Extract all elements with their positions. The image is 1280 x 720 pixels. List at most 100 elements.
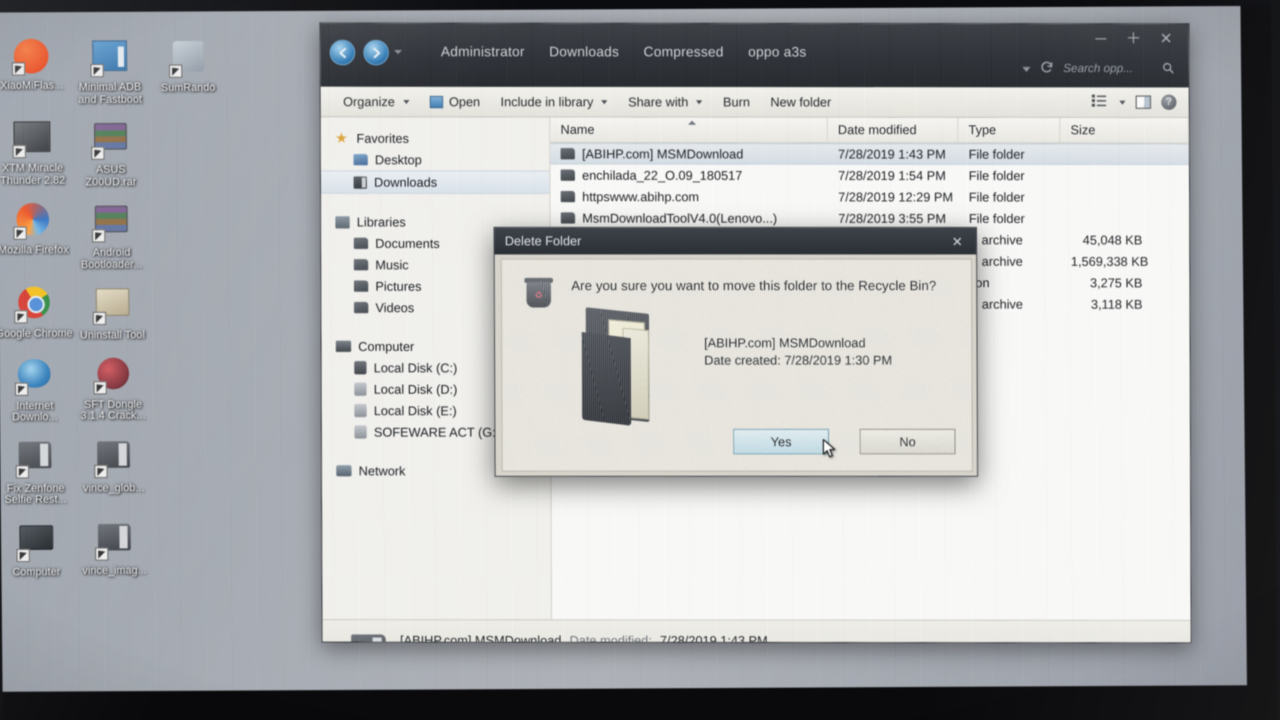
desktop-icon-android-bootloader[interactable]: Android Bootloader...	[72, 188, 151, 271]
minimize-button[interactable]: ─	[1093, 30, 1109, 47]
nav-item-favorites[interactable]: ★ Favorites	[321, 127, 550, 149]
cell-name: MsmDownloadToolV4.0(Lenovo...)	[551, 211, 828, 226]
help-icon[interactable]: ?	[1161, 94, 1177, 110]
desktop-icon-vince-glob[interactable]: vince_glob...	[74, 423, 153, 506]
cell-name: [ABIHP.com] MSMDownload	[550, 147, 827, 162]
nav-label-local-disk-e: Local Disk (E:)	[373, 403, 457, 418]
column-header-date-modified[interactable]: Date modified	[827, 117, 959, 143]
shortcut-arrow-icon	[13, 226, 28, 240]
shortcut-arrow-icon	[15, 382, 29, 396]
open-label: Open	[448, 94, 481, 109]
dialog-item-date: Date created: 7/28/2019 1:30 PM	[704, 353, 893, 368]
table-row[interactable]: enchilada_22_O.09_180517 7/28/2019 1:54 P…	[550, 164, 1189, 186]
cell-date-modified: 7/28/2019 1:54 PM	[838, 168, 946, 183]
desktop-icon-row: Mozilla Firefox Android Bootloader...	[0, 188, 229, 272]
desktop-icon-label: XTM Miracle Thunder 2.82	[0, 162, 66, 187]
network-icon	[336, 465, 352, 477]
column-header-name[interactable]: Name	[550, 117, 828, 143]
view-chevron-down-icon[interactable]	[1119, 100, 1126, 105]
desktop-icon-row: XiaoMiFlas... Minimal ADB and Fastboot Sum…	[0, 26, 227, 107]
desktop-icon-internet-download-manager[interactable]: Internet Downlo...	[0, 342, 74, 424]
forward-arrow-icon	[370, 47, 381, 58]
nav-item-downloads[interactable]: Downloads	[320, 170, 550, 194]
cell-name-text: [ABIHP.com] MSMDownload	[581, 146, 744, 162]
breadcrumb-item-compressed[interactable]: Compressed	[644, 44, 724, 59]
search-input[interactable]	[1063, 62, 1153, 76]
nav-label-network: Network	[358, 463, 406, 478]
shortcut-arrow-icon	[12, 144, 27, 159]
desktop-icon-vince-imag[interactable]: vince_imag...	[75, 506, 154, 578]
desktop-icon-xiaomiflash[interactable]: XiaoMiFlas...	[0, 26, 71, 106]
chevron-down-icon[interactable]	[1022, 66, 1031, 72]
column-label-name: Name	[560, 122, 595, 137]
music-icon	[353, 259, 369, 271]
explorer-titlebar: Administrator Downloads Compressed oppo …	[320, 23, 1189, 88]
desktop-icon-computer[interactable]: Computer	[0, 506, 76, 578]
desktop-icon-label: Mozilla Firefox	[0, 243, 69, 257]
open-button[interactable]: Open	[419, 90, 490, 113]
desktop-icon-asus-z00ud-rar[interactable]: ASUS Z00UD.rar	[71, 106, 150, 189]
desktop-icon-glyph	[93, 440, 134, 480]
desktop-background: XiaoMiFlas... Minimal ADB and Fastboot Sum…	[0, 3, 1247, 692]
breadcrumb-item-downloads[interactable]: Downloads	[549, 44, 619, 59]
details-date-label: Date modified:	[569, 633, 652, 644]
breadcrumb-item-administrator[interactable]: Administrator	[441, 44, 525, 59]
desktop-icon-minimal-adb-and-fastboot[interactable]: Minimal ADB and Fastboot	[70, 26, 149, 106]
forward-button[interactable]	[363, 39, 389, 66]
desktop-icon-row: Google Chrome Uninstall Tool	[0, 270, 230, 342]
details-text: [ABIHP.com] MSMDownload Date modified: 7…	[400, 632, 768, 643]
chevron-down-icon	[601, 99, 608, 104]
desktop-icon-label: vince_imag...	[82, 564, 147, 577]
shortcut-arrow-icon	[94, 464, 108, 478]
desktop-icon	[353, 154, 368, 166]
share-with-button[interactable]: Share with	[618, 91, 713, 114]
desktop-icon-empty-5	[152, 423, 231, 506]
shortcut-arrow-icon	[12, 62, 26, 76]
table-row[interactable]: httpswww.abihp.com 7/28/2019 12:29 PM File…	[550, 186, 1189, 208]
preview-pane-button[interactable]	[1135, 95, 1152, 109]
back-button[interactable]	[329, 39, 356, 66]
recycle-symbol-icon: ♻	[534, 290, 543, 301]
refresh-icon[interactable]	[1040, 61, 1054, 77]
disk-icon	[354, 403, 367, 418]
desktop-icon-uninstall-tool[interactable]: Uninstall Tool	[73, 271, 152, 342]
organize-button[interactable]: Organize	[333, 90, 420, 113]
maximize-button[interactable]: ＋	[1125, 30, 1141, 47]
desktop-icon-sumrando[interactable]: SumRando	[149, 26, 228, 106]
search-icon[interactable]	[1162, 61, 1174, 76]
details-folder-icon	[351, 634, 386, 644]
close-button[interactable]: ✕	[1158, 30, 1174, 47]
cell-size: 3,118 KB	[1090, 296, 1143, 312]
include-in-library-button[interactable]: Include in library	[490, 90, 618, 113]
command-bar: Organize Open Include in library Share w…	[320, 86, 1189, 119]
desktop-icon-empty-1	[149, 105, 228, 188]
change-view-button[interactable]	[1091, 94, 1107, 109]
column-header-size[interactable]: Size	[1060, 117, 1189, 143]
yes-button[interactable]: Yes	[733, 428, 830, 455]
recent-pages-chevron-icon[interactable]	[393, 50, 403, 55]
column-label-size: Size	[1070, 123, 1096, 138]
folder-icon	[560, 190, 576, 203]
new-folder-button[interactable]: New folder	[760, 91, 841, 114]
desktop-icon-xtm-miracle-thunder[interactable]: XTM Miracle Thunder 2.82	[0, 106, 72, 189]
table-row[interactable]: [ABIHP.com] MSMDownload 7/28/2019 1:43 PM…	[550, 142, 1189, 165]
desktop-icon-glyph	[94, 523, 135, 562]
desktop-icon-google-chrome[interactable]: Google Chrome	[0, 271, 73, 342]
breadcrumb-item-oppo-a3s[interactable]: oppo a3s	[748, 44, 806, 59]
nav-label-favorites: Favorites	[356, 131, 409, 146]
desktop-icon-mozilla-firefox[interactable]: Mozilla Firefox	[0, 189, 73, 272]
icon-art	[19, 524, 54, 550]
desktop-icon-sft-dongle-crack[interactable]: SFT Dongle 3.1.4 Crack...	[73, 342, 152, 424]
dialog-close-button[interactable]: ✕	[949, 234, 966, 249]
burn-button[interactable]: Burn	[713, 91, 760, 113]
cell-name-text: MsmDownloadToolV4.0(Lenovo...)	[582, 210, 778, 226]
no-button[interactable]: No	[859, 428, 956, 455]
column-header-type[interactable]: Type	[958, 117, 1061, 143]
desktop-icon-row: Computer vince_imag...	[0, 505, 232, 578]
nav-item-desktop[interactable]: Desktop	[321, 149, 550, 171]
desktop-icon-glyph	[92, 288, 133, 327]
desktop-icon-fix-zenfone-selfie[interactable]: Fix Zenfone Selfie Rest...	[0, 424, 75, 507]
breadcrumb: Administrator Downloads Compressed oppo …	[441, 44, 807, 60]
shortcut-arrow-icon	[14, 310, 28, 324]
cell-date-modified: 7/28/2019 1:43 PM	[837, 146, 946, 162]
